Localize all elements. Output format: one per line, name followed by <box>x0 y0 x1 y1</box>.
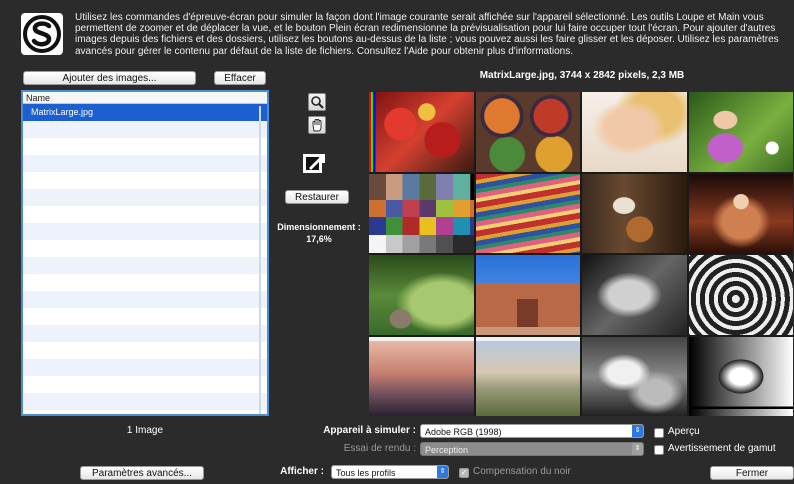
device-label: Appareil à simuler : <box>323 425 416 436</box>
gamut-warning-checkbox[interactable] <box>654 445 664 455</box>
file-list-empty-row <box>23 206 267 223</box>
image-preview[interactable] <box>369 92 793 416</box>
zoom-tool-button[interactable] <box>308 93 326 111</box>
checkmark-icon: ✓ <box>460 468 468 477</box>
thumb-fabrics <box>475 173 580 253</box>
thumb-bw-sculpture <box>582 336 687 416</box>
file-list-empty-row <box>23 121 267 138</box>
logo-s-icon <box>23 15 61 53</box>
advanced-settings-button[interactable]: Paramètres avancés... <box>80 466 204 480</box>
intro-text: Utilisez les commandes d'épreuve-écran p… <box>75 12 779 57</box>
file-list-header[interactable]: Name <box>23 92 267 104</box>
file-list-empty-row <box>23 172 267 189</box>
thumb-peppers <box>369 92 474 172</box>
file-list-empty-row <box>23 376 267 393</box>
fullscreen-button[interactable] <box>300 148 330 178</box>
show-label: Afficher : <box>280 466 324 477</box>
fullscreen-arrow-icon <box>303 154 325 173</box>
file-list-empty-row <box>23 359 267 376</box>
close-button[interactable]: Fermer <box>710 466 794 480</box>
scaling-label: Dimensionnement : <box>277 222 361 232</box>
add-images-button[interactable]: Ajouter des images... <box>23 71 196 85</box>
popup-arrows-icon: ⇕ <box>437 466 448 478</box>
popup-arrows-icon: ⇕ <box>632 425 643 437</box>
show-select[interactable]: Tous les profils ⇕ <box>331 465 449 479</box>
preview-checkbox[interactable] <box>654 428 664 438</box>
file-list-item[interactable]: MatrixLarge.jpg <box>23 104 267 121</box>
file-list-empty-row <box>23 393 267 410</box>
file-list-empty-row <box>23 291 267 308</box>
black-compensation-checkbox[interactable]: ✓ <box>459 468 469 478</box>
popup-arrows-icon: ⇕ <box>632 443 643 455</box>
thumb-landscape <box>475 336 580 416</box>
rendering-select-value: Perception <box>425 445 469 455</box>
file-list[interactable]: Name MatrixLarge.jpg <box>21 90 269 416</box>
image-info: MatrixLarge.jpg, 3744 x 2842 pixels, 2,3… <box>479 70 685 81</box>
show-select-value: Tous les profils <box>336 468 396 478</box>
app-logo <box>21 13 63 55</box>
device-select[interactable]: Adobe RGB (1998) ⇕ <box>420 424 644 438</box>
clear-button[interactable]: Effacer <box>214 71 266 85</box>
thumb-spiral-stairs <box>688 255 793 335</box>
file-list-empty-row <box>23 240 267 257</box>
hand-tool-button[interactable] <box>308 116 326 134</box>
file-list-scrollbar[interactable] <box>259 106 261 414</box>
device-select-value: Adobe RGB (1998) <box>425 427 502 437</box>
file-list-empty-row <box>23 325 267 342</box>
rendering-label: Essai de rendu : <box>343 443 416 454</box>
thumb-carousel <box>688 173 793 253</box>
restore-button[interactable]: Restaurer <box>285 190 349 204</box>
preview-label: Aperçu <box>668 426 700 437</box>
file-list-empty-row <box>23 223 267 240</box>
file-list-empty-row <box>23 155 267 172</box>
file-list-empty-row <box>23 138 267 155</box>
image-count: 1 Image <box>126 425 164 436</box>
rendering-select[interactable]: Perception ⇕ <box>420 442 644 456</box>
thumb-bw-face <box>582 255 687 335</box>
file-list-empty-row <box>23 274 267 291</box>
file-list-empty-row <box>23 189 267 206</box>
thumb-gradient-target <box>688 336 793 416</box>
thumb-garden <box>369 255 474 335</box>
magnifier-icon <box>311 96 324 109</box>
file-list-empty-row <box>23 342 267 359</box>
file-list-empty-row <box>23 308 267 325</box>
thumb-sunset-sky <box>369 336 474 416</box>
gamut-warning-label: Avertissement de gamut <box>668 443 776 454</box>
thumb-color-checker <box>369 173 474 253</box>
thumb-plates <box>475 92 580 172</box>
thumb-musician <box>582 173 687 253</box>
file-list-empty-row <box>23 257 267 274</box>
hand-icon <box>312 119 322 132</box>
thumb-church <box>475 255 580 335</box>
black-compensation-label: Compensation du noir <box>473 466 571 477</box>
thumb-girl-flowers <box>688 92 793 172</box>
scaling-value: 17,6% <box>306 234 332 244</box>
thumb-portrait-woman <box>582 92 687 172</box>
